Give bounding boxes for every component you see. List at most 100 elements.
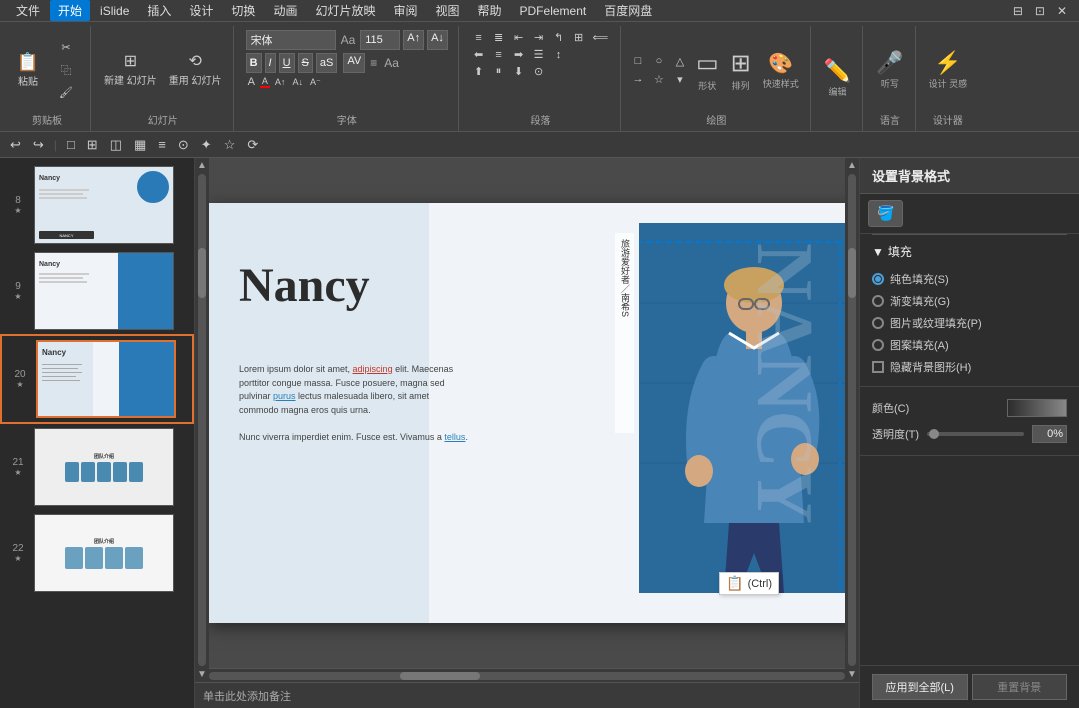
vscroll-thumb[interactable] bbox=[198, 248, 206, 298]
line-spacing-btn[interactable]: ↕ bbox=[550, 48, 568, 62]
strikethrough-button[interactable]: S bbox=[298, 53, 313, 73]
transparency-thumb[interactable] bbox=[929, 429, 939, 439]
menu-item-islide[interactable]: iSlide bbox=[92, 2, 137, 20]
checkbox-hide[interactable] bbox=[872, 361, 884, 373]
align-middle-btn[interactable]: ⏸ bbox=[490, 64, 508, 79]
copy-button[interactable]: ⿻ bbox=[48, 59, 84, 81]
align-right-btn[interactable]: ➡ bbox=[510, 47, 528, 62]
decrease-indent-btn[interactable]: ⇤ bbox=[510, 30, 528, 45]
rp-option-pattern[interactable]: 图案填充(A) bbox=[872, 334, 1067, 356]
rp-option-hide[interactable]: 隐藏背景图形(H) bbox=[872, 356, 1067, 378]
radio-picture[interactable] bbox=[872, 317, 884, 329]
qt-star-outline[interactable]: ☆ bbox=[220, 135, 240, 155]
align-top-btn[interactable]: ⬆ bbox=[470, 64, 488, 79]
fill-icon-btn[interactable]: 🪣 bbox=[868, 200, 903, 227]
paste-button[interactable]: 📋 粘贴 bbox=[10, 50, 46, 91]
qt-lines[interactable]: ≡ bbox=[154, 135, 170, 154]
shape-rect-btn[interactable]: □ bbox=[629, 54, 647, 69]
radio-gradient[interactable] bbox=[872, 295, 884, 307]
slide-item-20[interactable]: 20 ★ Nancy bbox=[0, 334, 194, 424]
qt-table[interactable]: ▦ bbox=[130, 135, 150, 155]
column-btn[interactable]: ⊞ bbox=[570, 30, 588, 45]
qt-undo[interactable]: ↩ bbox=[6, 135, 25, 155]
menu-item-review[interactable]: 审阅 bbox=[385, 0, 425, 21]
link-tellus[interactable]: tellus bbox=[444, 432, 465, 442]
vscroll-down-arrow[interactable]: ▼ bbox=[197, 669, 207, 680]
font-size-down-btn[interactable]: A↓ bbox=[427, 30, 448, 50]
slide-body-text[interactable]: Lorem ipsum dolor sit amet, adipiscing e… bbox=[239, 363, 469, 444]
menu-item-insert[interactable]: 插入 bbox=[139, 0, 179, 21]
slide-item-22[interactable]: 22 ★ 团队介绍 bbox=[0, 510, 194, 596]
hscroll-track[interactable] bbox=[209, 672, 846, 680]
menu-item-animate[interactable]: 动画 bbox=[265, 0, 305, 21]
char-spacing-btn[interactable]: AV bbox=[343, 53, 365, 73]
underline-button[interactable]: U bbox=[279, 53, 295, 73]
shape-button[interactable]: ▭ 形状 bbox=[691, 46, 724, 95]
arrange-button[interactable]: ⊞ 排列 bbox=[726, 46, 756, 95]
justify-btn[interactable]: ☰ bbox=[530, 47, 548, 62]
increase-indent-btn[interactable]: ⇥ bbox=[530, 30, 548, 45]
window-control-minimize[interactable]: ⊟ bbox=[1009, 4, 1027, 18]
rp-option-gradient[interactable]: 渐变填充(G) bbox=[872, 290, 1067, 312]
shape-arrow-btn[interactable]: → bbox=[629, 72, 647, 87]
add-notes-text[interactable]: 单击此处添加备注 bbox=[203, 688, 291, 704]
window-control-close[interactable]: ✕ bbox=[1053, 4, 1071, 18]
cut-button[interactable]: ✂ bbox=[48, 38, 84, 57]
qt-redo[interactable]: ↪ bbox=[29, 135, 48, 155]
italic-button[interactable]: I bbox=[265, 53, 276, 73]
font-size-up-btn[interactable]: A↑ bbox=[403, 30, 424, 50]
slide-item-21[interactable]: 21 ★ 团队介绍 bbox=[0, 424, 194, 510]
quickstyle-button[interactable]: 🎨 快速样式 bbox=[758, 48, 804, 93]
reset-bg-button[interactable]: 重置背景 bbox=[972, 674, 1068, 700]
transparency-slider[interactable] bbox=[927, 432, 1024, 436]
shape-more-btn[interactable]: ▾ bbox=[671, 72, 689, 87]
edit-button[interactable]: ✏️ 编辑 bbox=[819, 55, 856, 101]
voice-button[interactable]: 🎤 听写 bbox=[871, 47, 908, 93]
format-painter-button[interactable]: 🖌 bbox=[48, 83, 84, 102]
slide-item-8[interactable]: 8 ★ Nancy NANCY bbox=[0, 162, 194, 248]
link-adipiscing[interactable]: adipiscing bbox=[353, 364, 393, 374]
slide-item-9[interactable]: 9 ★ Nancy bbox=[0, 248, 194, 334]
menu-item-home[interactable]: 开始 bbox=[50, 0, 90, 21]
font-size-input[interactable] bbox=[360, 30, 400, 50]
new-slide-button[interactable]: ⊞ 新建 幻灯片 bbox=[99, 51, 162, 90]
list-number-btn[interactable]: ≣ bbox=[490, 30, 508, 45]
text-direction-btn[interactable]: ⟸ bbox=[590, 30, 612, 45]
shape-triangle-btn[interactable]: △ bbox=[671, 54, 689, 69]
radio-solid[interactable] bbox=[872, 273, 884, 285]
reuse-slide-button[interactable]: ⟲ 重用 幻灯片 bbox=[164, 51, 227, 90]
hscroll-thumb[interactable] bbox=[400, 672, 480, 680]
menu-item-help[interactable]: 帮助 bbox=[470, 0, 510, 21]
rp-option-solid[interactable]: 纯色填充(S) bbox=[872, 268, 1067, 290]
design-ideas-button[interactable]: ⚡ 设计 灵感 bbox=[924, 47, 973, 93]
apply-all-button[interactable]: 应用到全部(L) bbox=[872, 674, 968, 700]
qt-circle[interactable]: ⊙ bbox=[174, 135, 193, 155]
link-purus[interactable]: purus bbox=[273, 391, 296, 401]
qt-refresh[interactable]: ⟳ bbox=[243, 135, 262, 155]
align-left-btn[interactable]: ⬅ bbox=[470, 47, 488, 62]
qt-rect[interactable]: □ bbox=[63, 135, 79, 154]
rtl-btn[interactable]: ↰ bbox=[550, 30, 568, 45]
rp-option-picture[interactable]: 图片或纹理填充(P) bbox=[872, 312, 1067, 334]
slide-canvas[interactable]: Nancy Lorem ipsum dolor sit amet, adipis… bbox=[209, 203, 859, 623]
menu-item-switch[interactable]: 切换 bbox=[223, 0, 263, 21]
vscroll-right-up[interactable]: ▲ bbox=[847, 160, 857, 171]
list-bullet-btn[interactable]: ≡ bbox=[470, 31, 488, 45]
align-bottom-btn[interactable]: ⬇ bbox=[510, 64, 528, 79]
menu-item-pdf[interactable]: PDFelement bbox=[512, 2, 595, 20]
shape-circle-btn[interactable]: ○ bbox=[650, 54, 668, 69]
convert-smartart-btn[interactable]: ⊙ bbox=[530, 64, 548, 79]
bold-button[interactable]: B bbox=[246, 53, 262, 73]
vscroll-left[interactable]: ▲ ▼ bbox=[195, 158, 209, 682]
vscroll-right[interactable]: ▲ ▼ bbox=[845, 158, 859, 682]
menu-item-design[interactable]: 设计 bbox=[181, 0, 221, 21]
transparency-input[interactable] bbox=[1032, 425, 1067, 443]
menu-item-slideshow[interactable]: 幻灯片放映 bbox=[307, 0, 383, 21]
slide-title[interactable]: Nancy bbox=[239, 258, 370, 313]
text-shadow-btn[interactable]: aS bbox=[316, 53, 337, 73]
vscroll-up-arrow[interactable]: ▲ bbox=[197, 160, 207, 171]
shape-star-btn[interactable]: ☆ bbox=[650, 72, 668, 87]
vscroll-right-down[interactable]: ▼ bbox=[847, 669, 857, 680]
align-center-btn[interactable]: ≡ bbox=[490, 48, 508, 62]
qt-star[interactable]: ✦ bbox=[197, 135, 216, 155]
